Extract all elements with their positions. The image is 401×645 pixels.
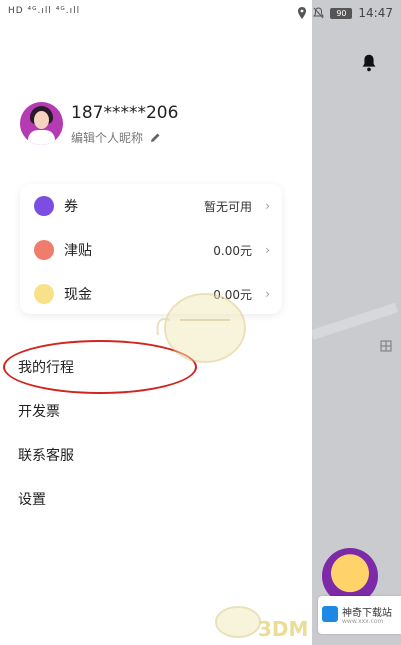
chevron-right-icon: › [265,243,270,257]
allowance-icon [34,240,54,260]
battery-icon: 90 [330,7,353,19]
wallet-row-value: 暂无可用 [203,199,252,214]
wallet-row-label: 津贴 [64,243,92,259]
signal-indicators: HD ⁴ᴳ.ıll ⁴ᴳ.ıll [8,6,81,16]
avatar[interactable] [20,102,63,145]
avatar-body [28,130,55,145]
watermark-text: 3DM [258,617,309,641]
download-site-title: 神奇下载站 [342,608,392,619]
cash-icon [34,284,54,304]
status-bar: HD ⁴ᴳ.ıll ⁴ᴳ.ıll 90 14:47 [0,0,401,26]
status-time: 14:47 [358,6,393,20]
wallet-row-allowance[interactable]: 津贴 0.00元 › [20,228,282,272]
user-phone-number: 187*****206 [71,103,179,123]
pencil-icon [151,133,160,142]
chevron-right-icon: › [265,287,270,301]
chevron-right-icon: › [265,199,270,213]
edit-nickname-label: 编辑个人昵称 [71,131,144,145]
edit-nickname-link[interactable]: 编辑个人昵称 [71,129,161,146]
mute-bell-icon [313,7,325,19]
wallet-row-label: 券 [64,199,78,215]
status-right-group: 90 14:47 [297,6,393,20]
wallet-row-coupon[interactable]: 券 暂无可用 › [20,184,282,228]
download-site-subtitle: www.xxx.com [342,618,384,625]
menu-settings[interactable]: 设置 [18,489,46,509]
avatar-face [34,111,49,129]
map-marker-icon [380,340,392,352]
wallet-row-value: 0.00元 [213,243,252,258]
download-site-card[interactable]: 神奇下载站 www.xxx.com [318,596,401,634]
menu-invoice[interactable]: 开发票 [18,401,60,421]
bell-icon[interactable] [358,52,380,74]
wallet-row-label: 现金 [64,287,92,303]
mascot-watermark [156,293,246,363]
download-site-logo [322,606,338,622]
location-icon [298,7,307,19]
coupon-icon [34,196,54,216]
menu-customer-service[interactable]: 联系客服 [18,445,74,465]
